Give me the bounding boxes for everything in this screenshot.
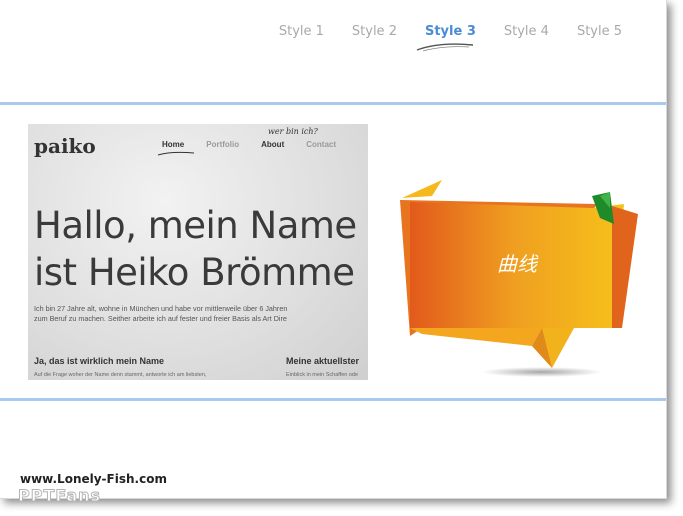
nav-style-4[interactable]: Style 4 [490,24,563,39]
preview-nav-home: Home [162,140,185,149]
nav-style-1[interactable]: Style 1 [265,24,338,39]
preview-para-2: zum Beruf zu machen. Seither arbeite ich… [34,314,287,323]
preview-logo: paiko [34,134,96,158]
nav-style-2[interactable]: Style 2 [338,24,411,39]
origami-banner-graphic [400,180,638,377]
preview-nav: Home Portfolio About Contact [162,140,336,149]
preview-nav-underline [157,151,195,156]
active-underline [416,43,474,52]
preview-col1-title: Ja, das ist wirklich mein Name [34,356,165,366]
top-rule [0,102,666,105]
preview-headline-2: ist Heiko Brömme [34,251,355,294]
preview-headline-1: Hallo, mein Name [34,204,357,247]
preview-col1-text: Auf die Frage woher der Name denn stammt… [34,372,207,378]
preview-paragraph: Ich bin 27 Jahre alt, wohne in München u… [34,304,287,324]
website-screenshot: paiko wer bin ich? Home Portfolio About … [28,124,368,380]
watermark-url: www.Lonely-Fish.com [20,472,167,486]
nav-style-5[interactable]: Style 5 [563,24,636,39]
preview-para-1: Ich bin 27 Jahre alt, wohne in München u… [34,304,288,313]
preview-hand-note: wer bin ich? [268,127,318,136]
preview-nav-contact: Contact [306,140,337,149]
slide-frame: Style 1 Style 2 Style 3 Style 4 Style 5 … [0,0,667,506]
nav-style-3[interactable]: Style 3 [411,24,490,52]
preview-nav-about: About [261,140,285,149]
watermark-brand: PPTFans [17,486,102,506]
preview-headline: Hallo, mein Name ist Heiko Brömme [34,202,357,296]
banner-label: 曲线 [497,252,537,276]
nav-style-3-label: Style 3 [424,24,476,39]
preview-col2-title: Meine aktuellster [286,356,360,366]
style-nav: Style 1 Style 2 Style 3 Style 4 Style 5 [265,24,636,52]
preview-col2-text: Einblick in mein Schaffen ode [286,372,359,378]
bottom-rule [0,398,666,401]
preview-nav-portfolio: Portfolio [206,140,240,149]
